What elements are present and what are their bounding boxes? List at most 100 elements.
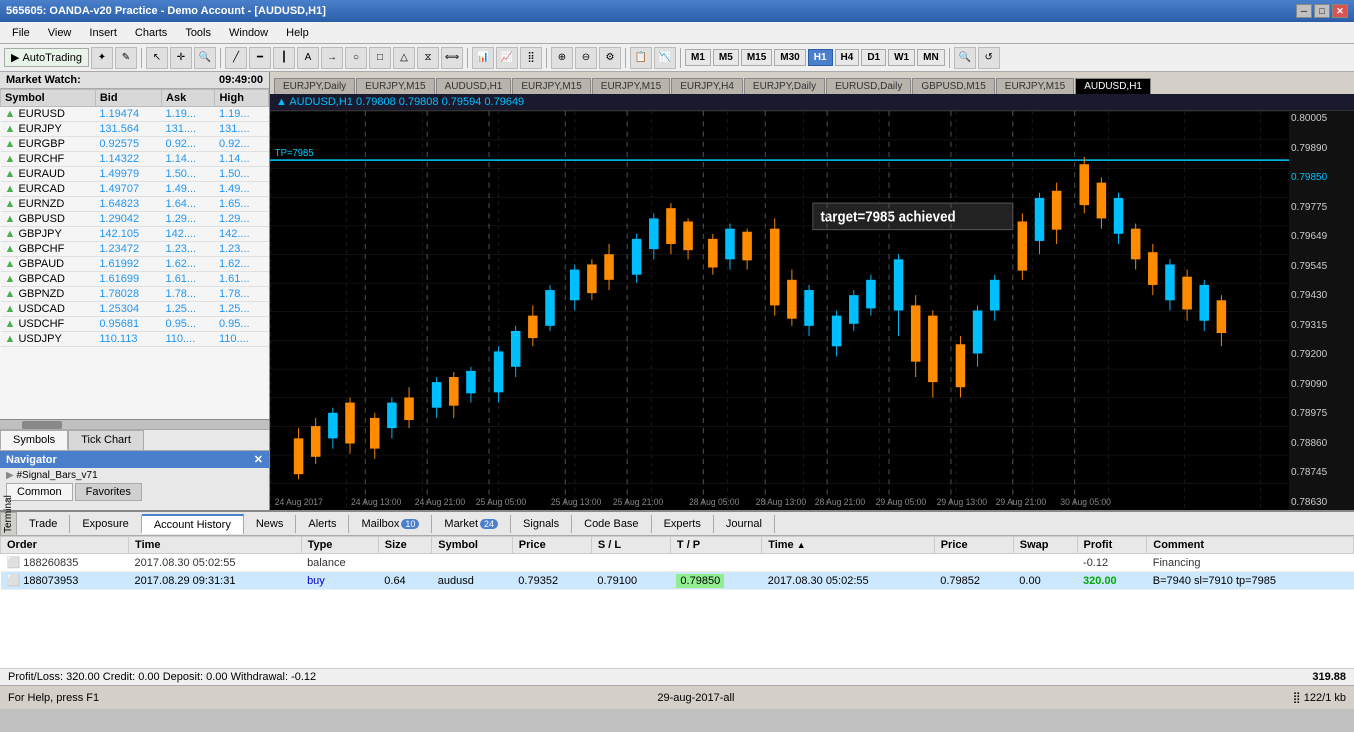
chart-type-3[interactable]: ⣿ [520,47,542,69]
chart-tab-item[interactable]: EURJPY,M15 [592,78,670,94]
chart-type-1[interactable]: 📊 [472,47,494,69]
tab-alerts[interactable]: Alerts [296,515,349,533]
tab-signals[interactable]: Signals [511,515,572,533]
list-item[interactable]: ▲ GBPAUD 1.61992 1.62... 1.62... [1,257,269,272]
market-watch-table[interactable]: Symbol Bid Ask High ▲ EURUSD 1.19474 1.1… [0,89,269,419]
line-icon[interactable]: ╱ [225,47,247,69]
tf-h1[interactable]: H1 [808,49,833,66]
list-item[interactable]: ▲ USDJPY 110.113 110.... 110.... [1,332,269,347]
tf-mn[interactable]: MN [917,49,945,66]
zoom-out-icon[interactable]: ⊖ [575,47,597,69]
tf-d1[interactable]: D1 [861,49,886,66]
tab-symbols[interactable]: Symbols [0,430,68,450]
tf-m5[interactable]: M5 [713,49,739,66]
navigator-item[interactable]: ▶ #Signal_Bars_v71 [6,470,263,481]
crosshair-icon[interactable]: ✛ [170,47,192,69]
autotrading-button[interactable]: ▶ AutoTrading [4,48,89,67]
cell-tp: 0.79850 [670,572,761,590]
toolbar-icon-1[interactable]: ✦ [91,47,113,69]
tab-tick-chart[interactable]: Tick Chart [68,430,144,450]
properties-icon[interactable]: ⚙ [599,47,621,69]
svg-text:24 Aug 21:00: 24 Aug 21:00 [415,497,465,507]
fib-icon[interactable]: ⧖ [417,47,439,69]
list-item[interactable]: ▲ GBPJPY 142.105 142.... 142.... [1,227,269,242]
tab-experts[interactable]: Experts [652,515,714,533]
row-close-icon[interactable]: ⬜ [7,575,21,587]
chart-tab-item[interactable]: EURJPY,M15 [512,78,590,94]
list-item[interactable]: ▲ EURAUD 1.49979 1.50... 1.50... [1,167,269,182]
restore-button[interactable]: □ [1314,4,1330,18]
chart-tab-item[interactable]: EURJPY,Daily [744,78,825,94]
list-item[interactable]: ▲ GBPCAD 1.61699 1.61... 1.61... [1,272,269,287]
text-icon[interactable]: A [297,47,319,69]
trade-table-wrapper[interactable]: Order Time Type Size Symbol Price S / L … [0,536,1354,668]
tab-codebase[interactable]: Code Base [572,515,651,533]
tf-m1[interactable]: M1 [685,49,711,66]
list-item[interactable]: ▲ GBPCHF 1.23472 1.23... 1.23... [1,242,269,257]
row-close-icon[interactable]: ⬜ [7,557,21,569]
chart-tab-item[interactable]: EURJPY,M15 [356,78,434,94]
chart-type-2[interactable]: 📈 [496,47,518,69]
indicator-icon[interactable]: 📉 [654,47,676,69]
chart-tab-item[interactable]: EURJPY,H4 [671,78,743,94]
search-icon[interactable]: 🔍 [954,47,976,69]
menu-view[interactable]: View [40,25,80,41]
chart-tab-item[interactable]: GBPUSD,M15 [912,78,994,94]
tab-exposure[interactable]: Exposure [70,515,141,533]
list-item[interactable]: ▲ USDCHF 0.95681 0.95... 0.95... [1,317,269,332]
channel-icon[interactable]: ⟺ [441,47,463,69]
tab-journal[interactable]: Journal [714,515,775,533]
list-item[interactable]: ▲ EURJPY 131.564 131.... 131.... [1,122,269,137]
menu-help[interactable]: Help [278,25,317,41]
arrow-icon[interactable]: → [321,47,343,69]
tab-trade[interactable]: Trade [17,515,70,533]
chart-canvas[interactable]: TP=7985 target=7985 achieved [270,111,1354,510]
list-item[interactable]: ▲ EURNZD 1.64823 1.64... 1.65... [1,197,269,212]
zoom-icon[interactable]: 🔍 [194,47,216,69]
triangle-icon[interactable]: △ [393,47,415,69]
chart-tab-item[interactable]: EURUSD,Daily [826,78,911,94]
list-item[interactable]: ▲ GBPNZD 1.78028 1.78... 1.78... [1,287,269,302]
tab-mailbox[interactable]: Mailbox10 [349,515,432,533]
list-item[interactable]: ▲ EURUSD 1.19474 1.19... 1.19... [1,107,269,122]
tf-m30[interactable]: M30 [774,49,805,66]
toolbar-icon-2[interactable]: ✎ [115,47,137,69]
menu-tools[interactable]: Tools [177,25,219,41]
menu-window[interactable]: Window [221,25,276,41]
tf-w1[interactable]: W1 [888,49,915,66]
chart-tab-item[interactable]: AUDUSD,H1 [1075,78,1151,94]
chart-tab-item[interactable]: EURJPY,Daily [274,78,355,94]
list-item[interactable]: ▲ EURGBP 0.92575 0.92... 0.92... [1,137,269,152]
th-type: Type [301,537,378,554]
tab-news[interactable]: News [244,515,297,533]
close-button[interactable]: ✕ [1332,4,1348,18]
tab-market[interactable]: Market24 [432,515,511,533]
navigator-close-icon[interactable]: ✕ [254,453,263,466]
list-item[interactable]: ▲ USDCAD 1.25304 1.25... 1.25... [1,302,269,317]
template-icon[interactable]: 📋 [630,47,652,69]
chart-tab-item[interactable]: AUDUSD,H1 [436,78,512,94]
vline-icon[interactable]: ┃ [273,47,295,69]
menu-file[interactable]: File [4,25,38,41]
tab-account-history[interactable]: Account History [142,514,244,534]
list-item[interactable]: ▲ EURCAD 1.49707 1.49... 1.49... [1,182,269,197]
tf-h4[interactable]: H4 [835,49,860,66]
zoom-in-icon[interactable]: ⊕ [551,47,573,69]
refresh-icon[interactable]: ↺ [978,47,1000,69]
minimize-button[interactable]: ─ [1296,4,1312,18]
tf-m15[interactable]: M15 [741,49,772,66]
cursor-icon[interactable]: ↖ [146,47,168,69]
list-item[interactable]: ▲ GBPUSD 1.29042 1.29... 1.29... [1,212,269,227]
chart-tab-item[interactable]: EURJPY,M15 [996,78,1074,94]
mw-scrollbar[interactable] [0,419,269,429]
ellipse-icon[interactable]: ○ [345,47,367,69]
menubar: File View Insert Charts Tools Window Hel… [0,22,1354,44]
hline-icon[interactable]: ━ [249,47,271,69]
menu-insert[interactable]: Insert [81,25,125,41]
list-item[interactable]: ▲ EURCHF 1.14322 1.14... 1.14... [1,152,269,167]
price-axis: 0.80005 0.79890 0.79850 0.79775 0.79649 … [1289,111,1354,510]
nav-tab-favorites[interactable]: Favorites [75,483,142,501]
nav-tab-common[interactable]: Common [6,483,73,501]
rect-icon[interactable]: □ [369,47,391,69]
menu-charts[interactable]: Charts [127,25,175,41]
